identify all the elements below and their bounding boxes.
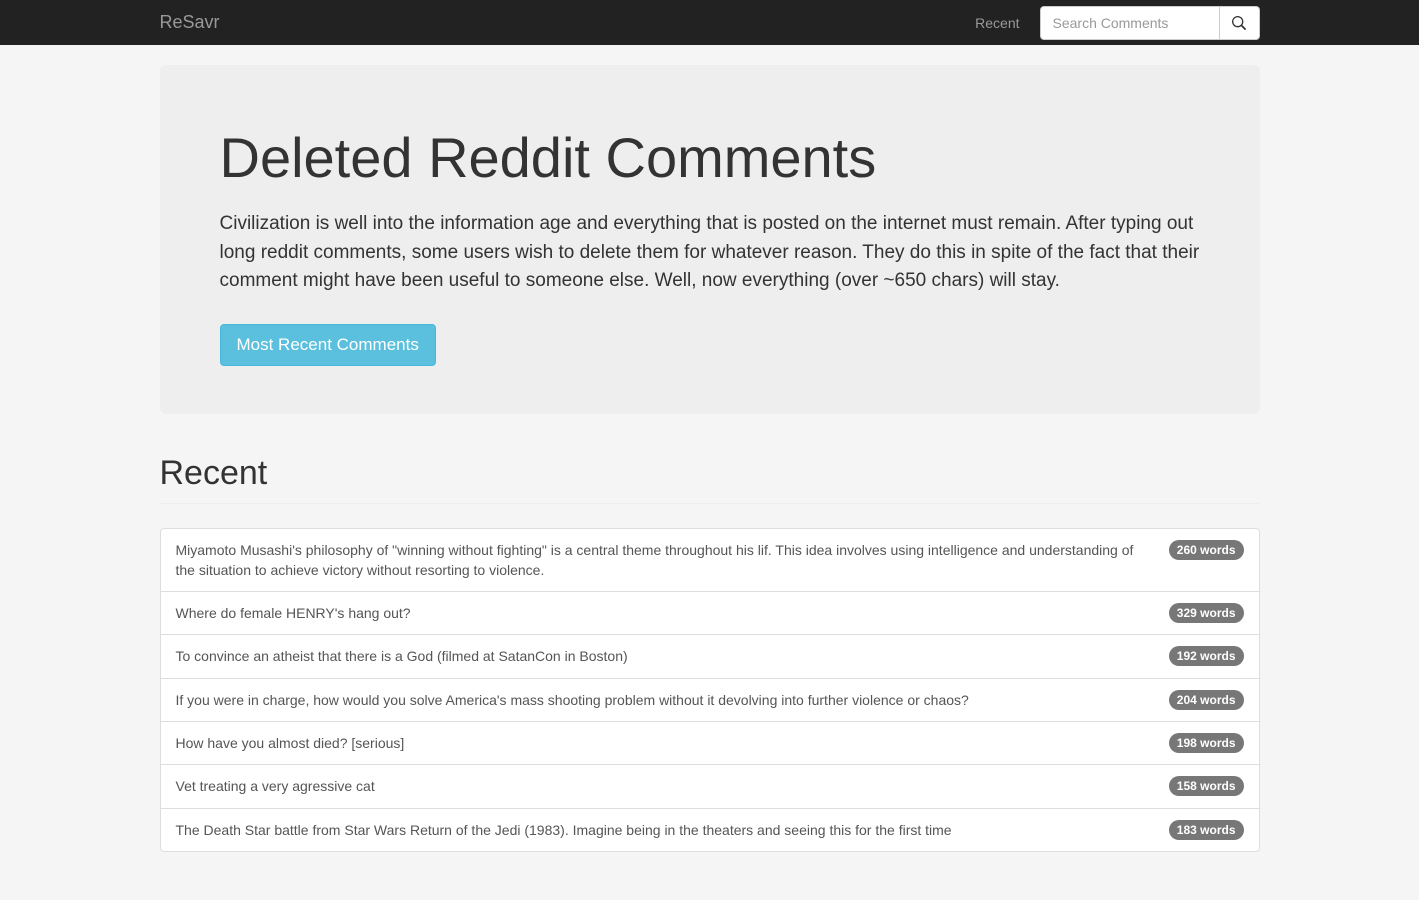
- list-item[interactable]: Miyamoto Musashi's philosophy of "winnin…: [161, 529, 1259, 593]
- list-item-text: Vet treating a very agressive cat: [176, 776, 1149, 796]
- list-item[interactable]: The Death Star battle from Star Wars Ret…: [161, 809, 1259, 851]
- list-item-text: The Death Star battle from Star Wars Ret…: [176, 820, 1149, 840]
- list-item-text: Where do female HENRY's hang out?: [176, 603, 1149, 623]
- brand-link[interactable]: ReSavr: [160, 12, 220, 33]
- list-item-text: To convince an atheist that there is a G…: [176, 646, 1149, 666]
- list-item[interactable]: Vet treating a very agressive cat 158 wor…: [161, 765, 1259, 808]
- search-input[interactable]: [1040, 6, 1220, 40]
- hero: Deleted Reddit Comments Civilization is …: [160, 65, 1260, 414]
- comments-list: Miyamoto Musashi's philosophy of "winnin…: [160, 528, 1260, 852]
- list-item-text: Miyamoto Musashi's philosophy of "winnin…: [176, 540, 1149, 581]
- word-count-badge: 260 words: [1169, 540, 1244, 560]
- navbar: ReSavr Recent: [0, 0, 1419, 45]
- list-item-text: How have you almost died? [serious]: [176, 733, 1149, 753]
- list-item[interactable]: Where do female HENRY's hang out? 329 wor…: [161, 592, 1259, 635]
- section-heading: Recent: [160, 454, 1260, 504]
- word-count-badge: 329 words: [1169, 603, 1244, 623]
- word-count-badge: 158 words: [1169, 776, 1244, 796]
- hero-description: Civilization is well into the informatio…: [220, 210, 1200, 296]
- list-item[interactable]: How have you almost died? [serious] 198 w…: [161, 722, 1259, 765]
- word-count-badge: 192 words: [1169, 646, 1244, 666]
- word-count-badge: 198 words: [1169, 733, 1244, 753]
- search-icon: [1232, 16, 1246, 30]
- recent-link[interactable]: Recent: [975, 15, 1019, 31]
- list-item[interactable]: If you were in charge, how would you sol…: [161, 679, 1259, 722]
- page-title: Deleted Reddit Comments: [220, 125, 1200, 190]
- word-count-badge: 204 words: [1169, 690, 1244, 710]
- most-recent-button[interactable]: Most Recent Comments: [220, 324, 436, 366]
- search-button[interactable]: [1220, 6, 1260, 40]
- search-group: [1040, 6, 1260, 40]
- list-item-text: If you were in charge, how would you sol…: [176, 690, 1149, 710]
- word-count-badge: 183 words: [1169, 820, 1244, 840]
- list-item[interactable]: To convince an atheist that there is a G…: [161, 635, 1259, 678]
